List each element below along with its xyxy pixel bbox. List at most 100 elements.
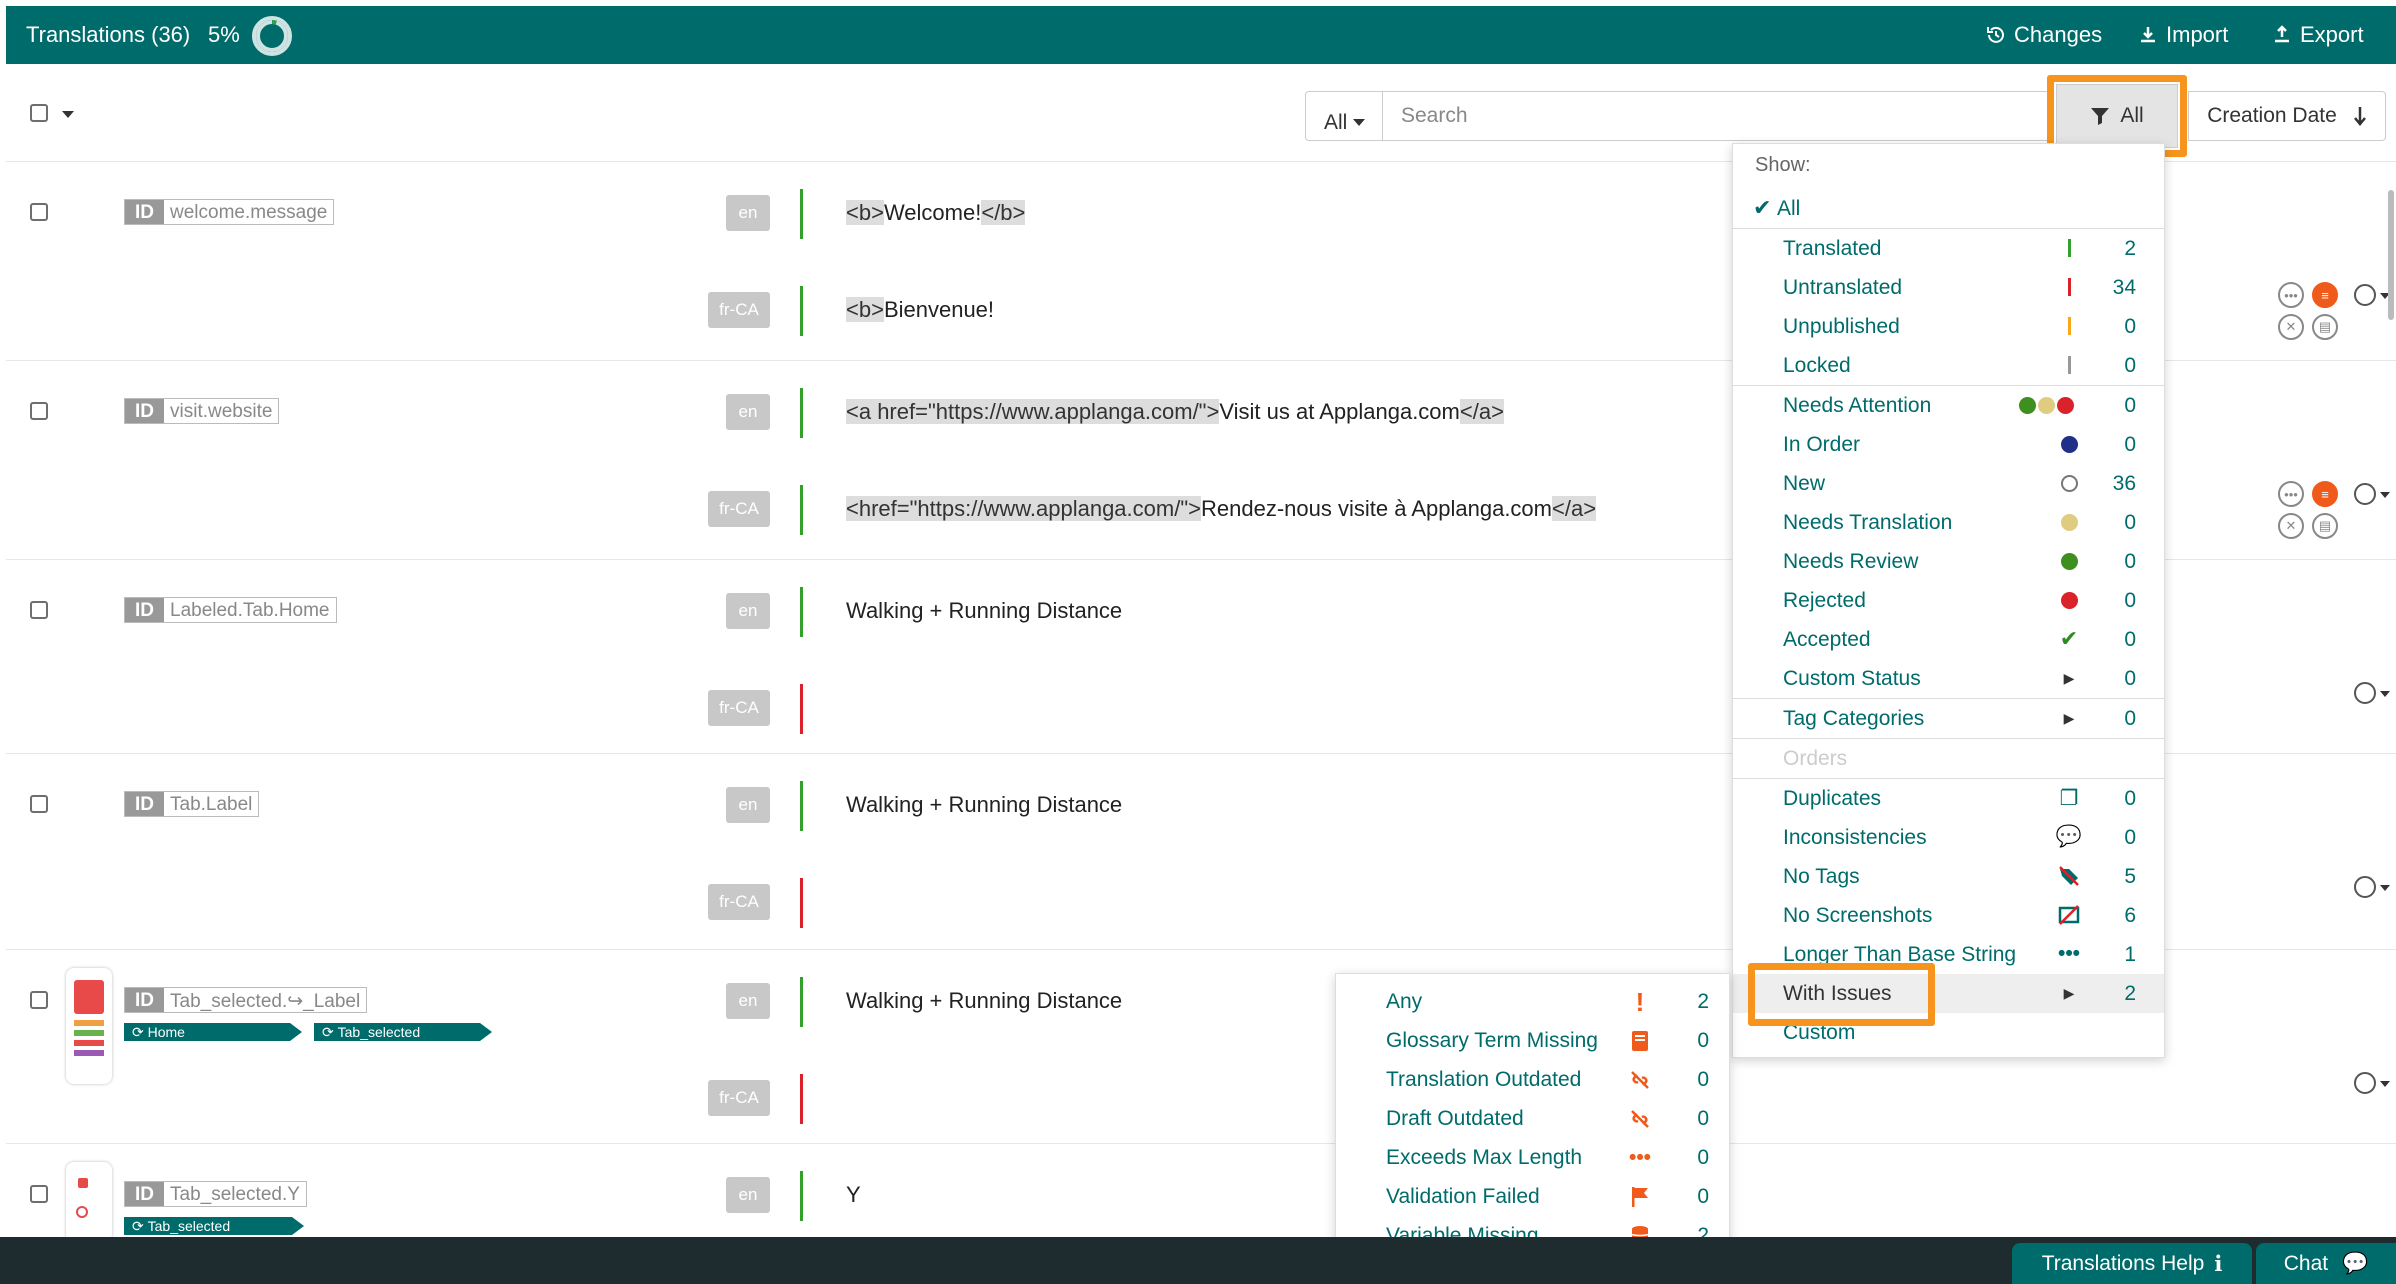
lang-badge-fr-ca: fr-CA [708,292,770,328]
orders-section-label: Orders [1783,747,1848,770]
filter-button[interactable]: All [2056,84,2178,148]
chevron-down-icon[interactable] [2380,1081,2390,1087]
tag-pill[interactable]: ⟳ Home [124,1023,302,1041]
key-id-value: welcome.message [164,200,334,224]
row-checkbox[interactable] [30,601,48,619]
filter-option-count: 36 [2112,472,2136,495]
language-select[interactable]: All [1305,91,1383,141]
base-text[interactable]: <a href="https://www.applanga.com/">Visi… [846,399,1504,425]
broken-link-icon[interactable]: ✕ [2278,513,2304,539]
filter-option-unpublished[interactable]: Unpublished 0 [1733,307,2164,346]
base-text[interactable]: Walking + Running Distance [846,792,1122,818]
filter-option-label: Duplicates [1783,787,1882,810]
database-icon[interactable]: ≡ [2312,481,2338,507]
key-id-tag[interactable]: ID visit.website [124,398,280,424]
filter-option-custom-status[interactable]: Custom Status ▶ 0 [1733,659,2164,698]
filter-option-needs-translation[interactable]: Needs Translation 0 [1733,503,2164,542]
row-checkbox[interactable] [30,203,48,221]
target-text[interactable]: <href="https://www.applanga.com/">Rendez… [846,496,1597,522]
scrollbar[interactable] [2388,190,2394,320]
search-input[interactable] [1383,91,2051,141]
tag-pill[interactable]: ⟳ Tab_selected [314,1023,492,1041]
chat-button[interactable]: Chat 💬 [2256,1243,2396,1284]
import-button[interactable]: Import [2138,22,2228,48]
key-id-tag[interactable]: ID Tab.Label [124,791,260,817]
filter-option-inconsistencies[interactable]: Inconsistencies 💬 0 [1733,818,2164,857]
issue-option-any[interactable]: Any! 2 [1336,982,1729,1021]
show-label: Show: [1755,154,1811,176]
filter-option-no-screenshots[interactable]: No Screenshots 6 [1733,896,2164,935]
row-checkbox[interactable] [30,795,48,813]
issue-option-glossary-term-missing[interactable]: Glossary Term Missing 0 [1336,1021,1729,1060]
checkmark-icon: ✔ [1753,195,1772,220]
filter-option-tag-categories[interactable]: Tag Categories ▶ 0 [1733,699,2164,738]
row-checkbox[interactable] [30,991,48,1009]
ellipsis-icon[interactable]: ••• [2278,481,2304,507]
screenshot-thumbnail[interactable] [66,968,112,1084]
filter-option-locked[interactable]: Locked 0 [1733,346,2164,385]
filter-option-label: Needs Attention [1783,394,1932,417]
lang-badge-en: en [726,983,770,1019]
translations-help-button[interactable]: Translations Help i [2012,1243,2252,1284]
chevron-down-icon[interactable] [2380,691,2390,697]
issue-option-validation-failed[interactable]: Validation Failed 0 [1336,1177,1729,1216]
row-checkbox[interactable] [30,1185,48,1203]
sort-button[interactable]: Creation Date [2188,91,2386,141]
status-bar-translated [800,189,803,239]
status-circle-icon[interactable] [2354,1072,2376,1094]
filter-option-new[interactable]: New 36 [1733,464,2164,503]
key-id-tag[interactable]: ID Tab_selected.↪_Label [124,987,368,1013]
status-circle-icon[interactable] [2354,876,2376,898]
issue-option-translation-outdated[interactable]: Translation Outdated 0 [1336,1060,1729,1099]
book-icon[interactable]: ▤ [2312,314,2338,340]
book-icon[interactable]: ▤ [2312,513,2338,539]
issue-option-exceeds-max-length[interactable]: Exceeds Max Length ••• 0 [1336,1138,1729,1177]
screenshot-thumbnail[interactable] [66,1162,112,1242]
select-all-checkbox[interactable] [30,104,48,122]
filter-option-accepted[interactable]: Accepted ✔ 0 [1733,620,2164,659]
key-id-value: Labeled.Tab.Home [164,598,336,622]
key-id-tag[interactable]: ID welcome.message [124,199,335,225]
filter-option-needs-review[interactable]: Needs Review 0 [1733,542,2164,581]
status-circle-icon[interactable] [2354,682,2376,704]
key-id-tag[interactable]: ID Tab_selected.Y [124,1181,307,1207]
changes-button[interactable]: Changes [1986,22,2102,48]
html-tag: <b> [846,200,884,225]
filter-option-label: Custom Status [1783,667,1921,690]
key-id-tag[interactable]: ID Labeled.Tab.Home [124,597,337,623]
filter-option-duplicates[interactable]: Duplicates ❐ 0 [1733,779,2164,818]
export-button[interactable]: Export [2272,22,2364,48]
chevron-down-icon[interactable] [2380,885,2390,891]
base-text[interactable]: Walking + Running Distance [846,988,1122,1014]
exclamation-icon: ! [1635,986,1645,1017]
html-tag: </b> [981,200,1026,225]
status-circle-icon[interactable] [2354,483,2376,505]
database-icon[interactable]: ≡ [2312,282,2338,308]
base-text[interactable]: Y [846,1182,861,1208]
base-text[interactable]: <b>Welcome!</b> [846,200,1026,226]
row-checkbox[interactable] [30,402,48,420]
chevron-down-icon[interactable] [2380,492,2390,498]
filter-option-all[interactable]: ✔ All [1733,189,2164,228]
base-text[interactable]: Walking + Running Distance [846,598,1122,624]
filter-option-label: Tag Categories [1783,707,1925,730]
filter-option-count: 0 [2124,315,2136,338]
status-bar-icon [2058,315,2080,337]
select-menu-caret[interactable] [62,111,74,118]
import-icon [2141,27,2155,43]
broken-link-icon [1628,1068,1652,1092]
tag-pill[interactable]: ⟳ Tab_selected [124,1217,304,1235]
broken-link-icon[interactable]: ✕ [2278,314,2304,340]
ellipsis-icon[interactable]: ••• [2278,282,2304,308]
target-text[interactable]: <b>Bienvenue! [846,297,994,323]
filter-option-untranslated[interactable]: Untranslated 34 [1733,268,2164,307]
filter-option-needs-attention[interactable]: Needs Attention 0 [1733,386,2164,425]
issue-option-draft-outdated[interactable]: Draft Outdated 0 [1336,1099,1729,1138]
filter-option-no-tags[interactable]: No Tags 5 [1733,857,2164,896]
filter-option-in-order[interactable]: In Order 0 [1733,425,2164,464]
filter-option-translated[interactable]: Translated 2 [1733,229,2164,268]
filter-option-count: 0 [2124,826,2136,849]
lang-badge-fr-ca: fr-CA [708,1080,770,1116]
status-circle-icon[interactable] [2354,284,2376,306]
filter-option-rejected[interactable]: Rejected 0 [1733,581,2164,620]
